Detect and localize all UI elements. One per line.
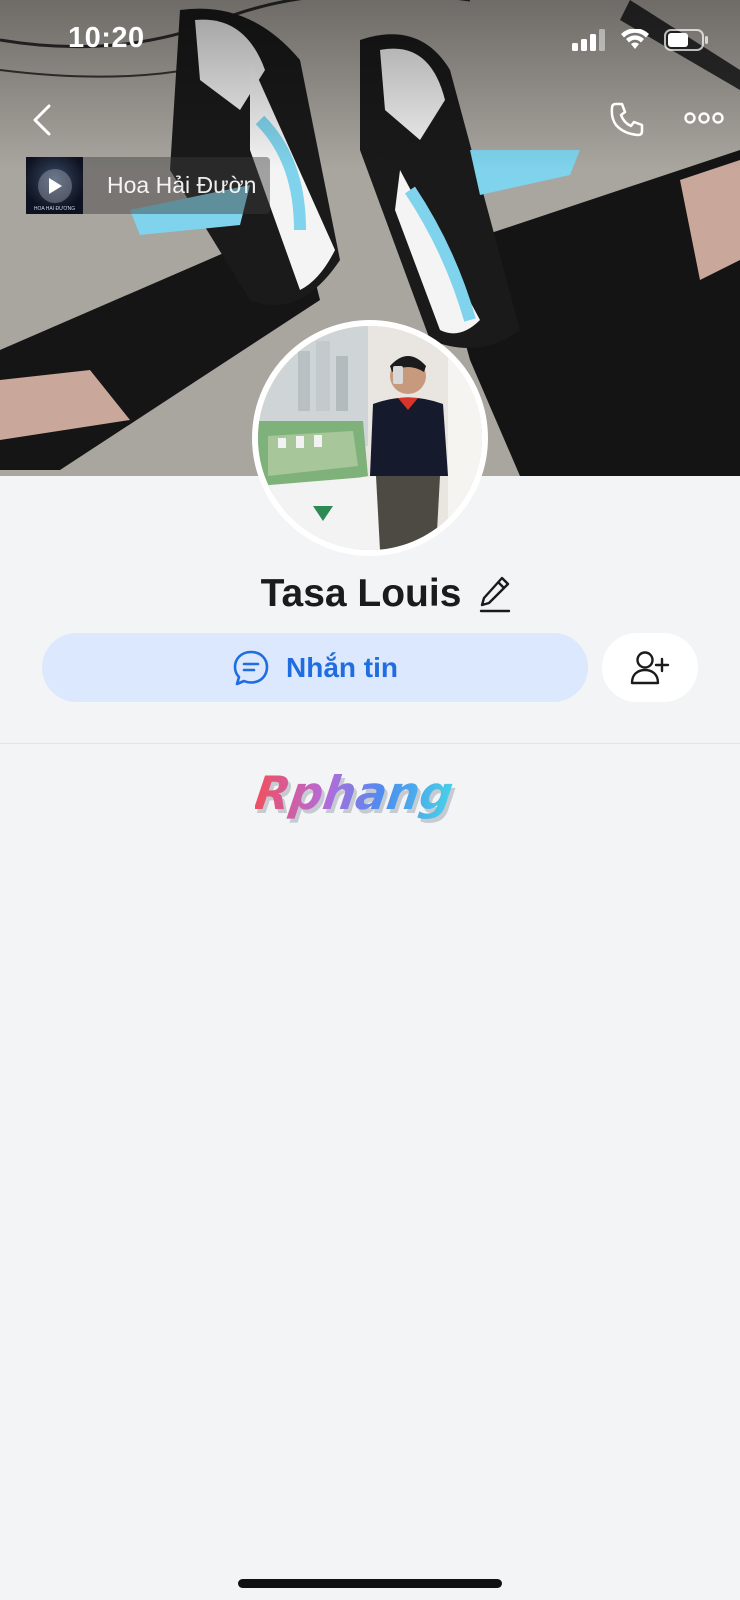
profile-music-player[interactable]: HOA HẢI ĐƯỜNG Hoa Hải Đườn: [26, 157, 270, 214]
watermark-logo-art: Rphang Rphang: [251, 766, 459, 824]
watermark-text: Rphang: [255, 766, 457, 820]
play-icon: [48, 177, 62, 194]
watermark-logo: Rphang Rphang: [251, 765, 485, 835]
music-album-art: HOA HẢI ĐƯỜNG: [26, 157, 83, 214]
battery-icon: [664, 29, 708, 51]
message-button[interactable]: Nhắn tin: [42, 633, 588, 702]
add-friend-button[interactable]: [602, 633, 698, 702]
home-indicator[interactable]: [238, 1579, 502, 1588]
music-title: Hoa Hải Đườn: [107, 172, 257, 198]
add-user-icon: [630, 650, 670, 684]
chat-bubble-icon: [233, 650, 269, 685]
message-button-label: Nhắn tin: [286, 651, 398, 683]
phone-icon: [610, 102, 644, 137]
more-options-button[interactable]: [680, 100, 728, 136]
signal-icon: [572, 29, 605, 51]
wifi-icon: [621, 29, 649, 49]
album-art-caption: HOA HẢI ĐƯỜNG: [33, 206, 76, 212]
section-divider: [0, 743, 740, 744]
play-button[interactable]: [37, 168, 72, 203]
more-horizontal-icon: [684, 112, 724, 124]
edit-name-button[interactable]: [475, 572, 515, 616]
profile-screen: 10:20 HOA HẢI ĐƯỜNG Hoa Hải Đườn Tasa Lo…: [0, 0, 740, 1600]
chevron-left-icon: [33, 104, 51, 136]
avatar[interactable]: [252, 320, 488, 556]
status-time: 10:20: [68, 22, 145, 54]
status-icons: [572, 28, 710, 52]
back-button[interactable]: [22, 98, 62, 142]
profile-name: Tasa Louis: [260, 572, 462, 615]
profile-name-row: Tasa Louis: [0, 572, 740, 616]
call-button[interactable]: [604, 96, 650, 142]
pencil-icon: [480, 576, 511, 613]
avatar-photo: [258, 326, 482, 550]
